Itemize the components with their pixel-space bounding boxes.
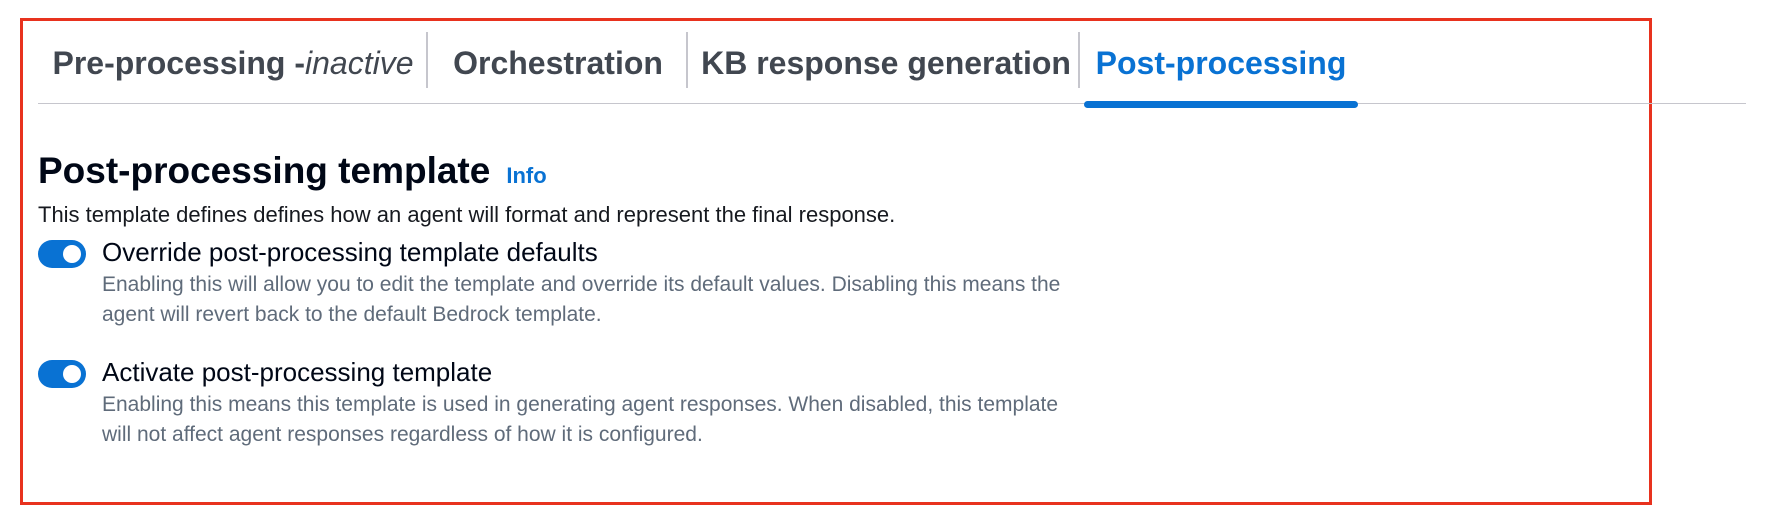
toggle-description: Enabling this will allow you to edit the… [102,273,1061,326]
tab-pre-processing[interactable]: Pre-processing - inactive [53,22,414,104]
template-section: Post-processing template Info This templ… [38,150,1238,446]
tab-label: Pre-processing - [52,44,306,81]
toggle-description: Enabling this means this template is use… [102,393,1059,446]
tab-label: KB response generation [701,44,1071,81]
tab-kb-response-generation[interactable]: KB response generation [701,22,1071,104]
section-description: This template defines defines how an age… [38,202,896,227]
tab-post-processing[interactable]: Post-processing [1082,22,1360,108]
tab-label: Post-processing [1095,44,1347,81]
tab-divider [686,32,688,88]
tab-divider [426,32,428,88]
activate-template-toggle-row: Activate post-processing template Enabli… [38,356,1062,450]
tab-orchestration[interactable]: Orchestration [453,22,663,104]
toggle-label: Override post-processing template defaul… [102,237,598,267]
tab-status: inactive [305,44,414,81]
tab-divider [1078,32,1080,88]
override-defaults-toggle-row: Override post-processing template defaul… [38,236,1062,330]
info-link[interactable]: Info [506,163,546,189]
section-header: Post-processing template Info [38,150,1238,192]
tab-label: Orchestration [453,44,663,81]
override-defaults-toggle[interactable] [38,240,86,268]
activate-template-toggle[interactable] [38,360,86,388]
toggle-label: Activate post-processing template [102,357,493,387]
section-title: Post-processing template [38,150,491,191]
tab-bar: Pre-processing - inactive Orchestration … [38,22,1746,108]
